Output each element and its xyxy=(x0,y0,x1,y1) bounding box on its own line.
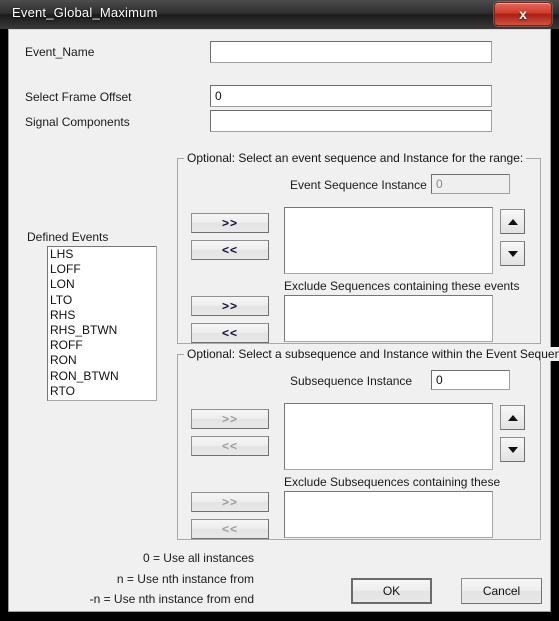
exclude-subsequences-label: Exclude Subsequences containing these xyxy=(284,475,501,489)
signal-components-label: Signal Components xyxy=(25,115,130,129)
window-border-left xyxy=(0,29,8,612)
list-item[interactable]: RTO xyxy=(48,384,156,399)
close-icon: x xyxy=(519,6,527,22)
exclude-sequences-remove-button[interactable]: << xyxy=(191,323,269,343)
defined-events-listbox[interactable]: LHS LOFF LON LTO RHS RHS_BTWN ROFF RON RON_BTWN R… xyxy=(47,246,157,401)
list-item[interactable]: LOFF xyxy=(48,262,156,277)
help-line-all-instances: 0 = Use all instances xyxy=(142,551,254,565)
up-arrow-icon xyxy=(507,414,518,421)
list-item[interactable]: LTO xyxy=(48,293,156,308)
exclude-subsequences-add-button[interactable]: >> xyxy=(191,492,269,512)
subsequence-spin-up-button[interactable] xyxy=(500,405,525,430)
down-arrow-icon xyxy=(507,250,518,257)
exclude-sequences-label: Exclude Sequences containing these event… xyxy=(284,279,520,293)
event-sequence-spin-up-button[interactable] xyxy=(500,209,525,234)
cancel-button[interactable]: Cancel xyxy=(461,578,542,604)
exclude-sequences-add-button[interactable]: >> xyxy=(191,296,269,316)
frame-offset-label: Select Frame Offset xyxy=(25,90,132,104)
ok-button[interactable]: OK xyxy=(351,578,432,604)
dialog-window: Event_Global_Maximum x Event_Name Select… xyxy=(0,0,559,621)
subsequence-instance-input[interactable]: 0 xyxy=(431,370,510,390)
event-sequence-group-legend: Optional: Select an event sequence and I… xyxy=(184,151,527,165)
help-line-nth-from-end: -n = Use nth instance from end xyxy=(89,592,254,606)
exclude-sequences-listbox[interactable] xyxy=(284,295,493,342)
title-bar[interactable]: Event_Global_Maximum x xyxy=(0,0,559,30)
event-name-label: Event_Name xyxy=(25,45,95,59)
down-arrow-icon xyxy=(507,446,518,453)
list-item[interactable]: RON_BTWN xyxy=(48,369,156,384)
exclude-subsequences-listbox[interactable] xyxy=(284,491,493,538)
signal-components-input[interactable] xyxy=(210,110,492,132)
list-item[interactable]: RHS_BTWN xyxy=(48,323,156,338)
list-item[interactable]: RHS xyxy=(48,308,156,323)
event-sequence-instance-input[interactable]: 0 xyxy=(431,174,510,194)
exclude-subsequences-remove-button[interactable]: << xyxy=(191,519,269,539)
up-arrow-icon xyxy=(507,218,518,225)
window-title: Event_Global_Maximum xyxy=(12,5,158,20)
event-sequence-instance-label: Event Sequence Instance xyxy=(290,178,427,192)
event-sequence-listbox[interactable] xyxy=(284,207,493,274)
event-sequence-group: Optional: Select an event sequence and I… xyxy=(177,151,541,344)
subsequence-remove-button[interactable]: << xyxy=(191,436,269,456)
list-item[interactable]: LHS xyxy=(48,247,156,262)
event-sequence-add-button[interactable]: >> xyxy=(191,213,269,233)
close-button[interactable]: x xyxy=(494,2,552,26)
event-sequence-remove-button[interactable]: << xyxy=(191,240,269,260)
list-item[interactable]: ROFF xyxy=(48,338,156,353)
list-item[interactable]: RON xyxy=(48,353,156,368)
subsequence-group: Optional: Select a subsequence and Insta… xyxy=(177,347,559,540)
help-line-nth-instance: n = Use nth instance from xyxy=(116,572,254,586)
subsequence-group-legend: Optional: Select a subsequence and Insta… xyxy=(184,347,559,361)
frame-offset-input[interactable]: 0 xyxy=(210,85,492,107)
dialog-client-area: Event_Name Select Frame Offset 0 Signal … xyxy=(8,29,559,612)
subsequence-listbox[interactable] xyxy=(284,403,493,470)
defined-events-label: Defined Events xyxy=(27,230,109,244)
window-border-right xyxy=(551,29,559,612)
subsequence-spin-down-button[interactable] xyxy=(500,437,525,462)
list-item[interactable]: LON xyxy=(48,277,156,292)
event-sequence-spin-down-button[interactable] xyxy=(500,241,525,266)
subsequence-add-button[interactable]: >> xyxy=(191,409,269,429)
window-border-bottom xyxy=(0,612,559,621)
event-name-input[interactable] xyxy=(210,41,492,63)
subsequence-instance-label: Subsequence Instance xyxy=(290,374,413,388)
